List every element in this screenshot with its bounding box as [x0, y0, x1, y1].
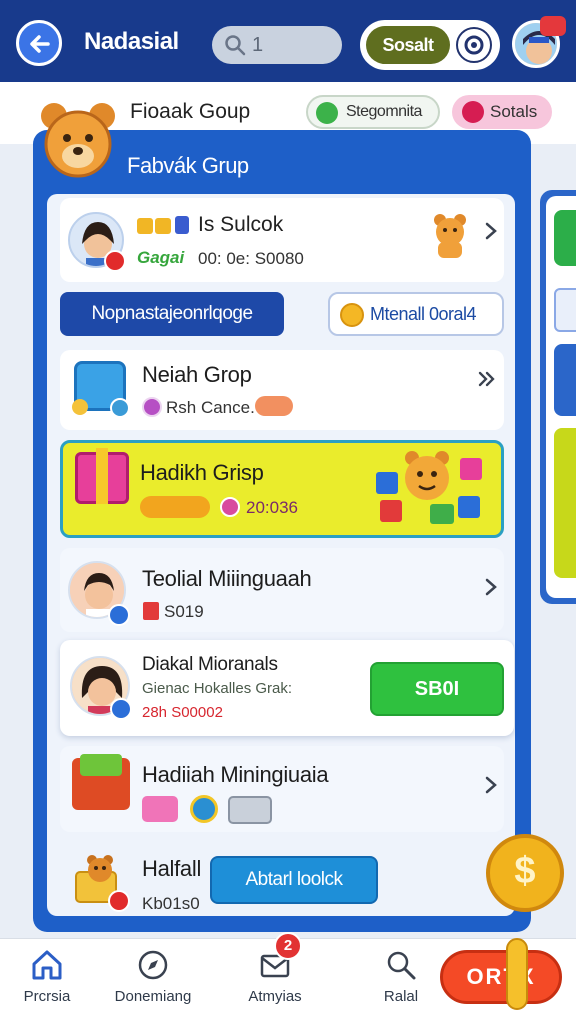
row-subtitle: Rsh Cance. [166, 398, 255, 417]
gift-ribbon [96, 448, 108, 504]
invite-subtitle: Gienac Hokalles Grak: [142, 680, 293, 697]
photo-icon [228, 796, 272, 824]
open-button[interactable]: Abtarl loolck [210, 856, 378, 904]
row-subtitle: 20:036 [246, 498, 298, 517]
search-icon [225, 35, 246, 56]
coin-icon [340, 303, 364, 327]
side-green-tile[interactable] [554, 210, 576, 266]
side-blue-tile[interactable] [554, 288, 576, 332]
close-badge-icon [108, 890, 130, 912]
row-subtitle: S019 [164, 602, 204, 621]
chat-icon [462, 101, 484, 123]
mode-toggle[interactable]: Sosalt [360, 20, 500, 70]
search-input[interactable] [252, 32, 332, 58]
small-bear-icon [430, 210, 470, 260]
panel-title: Fabvák Grup [127, 153, 249, 178]
chevron-right-icon[interactable] [484, 222, 498, 240]
search-bar[interactable] [212, 26, 342, 64]
group-title: Fioaak Goup [130, 100, 251, 123]
profile-name: Is Sulcok [198, 213, 284, 236]
green-chip-label: Stegomnita [346, 103, 422, 120]
list-item[interactable] [60, 350, 504, 430]
bear-blocks-icon [372, 446, 492, 530]
row-title: Neiah Grop [142, 362, 252, 387]
primary-action-button[interactable]: Nopnastajeonrlqoge [60, 292, 284, 336]
back-button[interactable] [16, 20, 62, 66]
nav-label: Donemiang [114, 988, 192, 1005]
profile-time: 00: 0e: S0080 [198, 249, 304, 268]
join-button[interactable]: SB0I [370, 662, 504, 716]
nav-label: Atmyias [248, 988, 302, 1005]
secondary-action-button[interactable]: Mtenall 0oral4 [328, 292, 504, 336]
profile-tag: Gagai [137, 248, 185, 267]
gem-icon [220, 497, 240, 517]
red-tag-icon [143, 602, 159, 620]
x-badge-icon [110, 398, 130, 418]
check-icon [316, 102, 338, 124]
nav-label: Prcrsia [23, 988, 71, 1005]
timer-icon [142, 397, 162, 417]
status-pill [255, 396, 293, 416]
app-title: Nadasial [84, 28, 179, 55]
row-title: Hadiiah Miningiuaia [142, 762, 329, 787]
firecracker-icon [506, 938, 528, 1010]
candy-icon [142, 796, 178, 822]
ball-icon [190, 795, 218, 823]
nav-item-messages[interactable]: Atmyias [220, 948, 330, 1012]
coins-icon [140, 496, 210, 518]
pink-chip[interactable]: Sotals [452, 95, 552, 129]
secondary-action-label: Mtenall 0oral4 [370, 304, 477, 324]
chevron-right-icon[interactable] [484, 776, 498, 794]
back-arrow-icon [30, 35, 50, 53]
double-chevron-icon[interactable] [478, 370, 495, 388]
cta-button[interactable]: ORTX [440, 950, 562, 1004]
toggle-label: Sosalt [366, 26, 450, 64]
row-title: Hadikh Grisp [140, 460, 264, 485]
notification-flag-icon [540, 16, 566, 36]
invite-code: 28h S00002 [142, 704, 223, 721]
green-chip[interactable]: Stegomnita [306, 95, 440, 129]
bear-mascot-icon [36, 98, 120, 182]
gift-lid [80, 754, 122, 776]
emoji-strip-icon [137, 214, 191, 236]
open-button-label: Abtarl loolck [245, 869, 344, 890]
message-count-badge: 2 [274, 932, 302, 960]
verified-badge-icon [108, 604, 130, 626]
verified-badge-icon [110, 698, 132, 720]
coin-icon [72, 399, 88, 415]
row-subtitle: Kb01s0 [142, 894, 200, 913]
nav-item-home[interactable]: Prcrsia [0, 948, 102, 1012]
home-icon [32, 950, 62, 980]
pink-chip-label: Sotals [490, 102, 538, 121]
swirl-icon [464, 35, 484, 55]
compass-icon [138, 950, 168, 980]
chevron-right-icon[interactable] [484, 578, 498, 596]
nav-label: Ralal [383, 988, 419, 1005]
search-person-icon [387, 951, 416, 980]
nav-item-explore[interactable]: Donemiang [98, 948, 208, 1012]
side-yellow-tile[interactable] [554, 428, 576, 578]
toggle-knob[interactable] [456, 27, 492, 63]
dollar-coin-icon[interactable]: $ [486, 834, 564, 912]
row-title: Halfall [142, 856, 202, 881]
row-title: Teolial Miiinguaah [142, 566, 312, 591]
side-avatar-tile[interactable] [554, 344, 576, 416]
star-badge-icon [104, 250, 126, 272]
invite-title: Diakal Mioranals [142, 654, 278, 675]
